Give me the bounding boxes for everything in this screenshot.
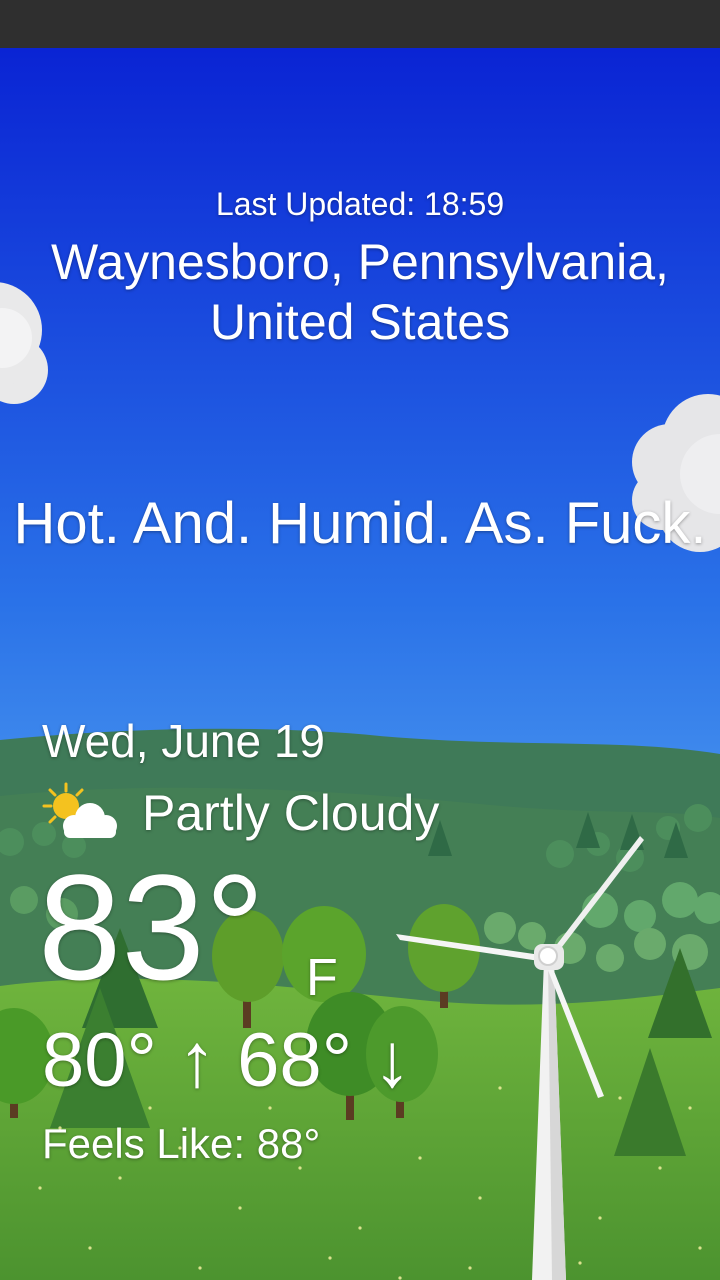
weather-screen: Last Updated: 18:59 Waynesboro, Pennsylv…	[0, 0, 720, 1280]
current-temperature: 83°	[38, 843, 265, 1011]
last-updated-label: Last Updated: 18:59	[215, 186, 505, 222]
temperature-unit-toggle[interactable]: F	[306, 948, 338, 1008]
status-bar	[0, 0, 720, 48]
weather-message: Hot. And. Humid. As. Fuck.	[13, 491, 707, 556]
feels-like-temperature: Feels Like: 88°	[42, 1120, 321, 1167]
high-low-temperatures: 80° ↑ 68° ↓	[42, 1018, 412, 1103]
current-date: Wed, June 19	[42, 715, 326, 767]
condition-text: Partly Cloudy	[142, 785, 440, 841]
partly-cloudy-icon	[42, 782, 117, 838]
location-name[interactable]: Waynesboro, Pennsylvania, United States	[0, 232, 720, 352]
